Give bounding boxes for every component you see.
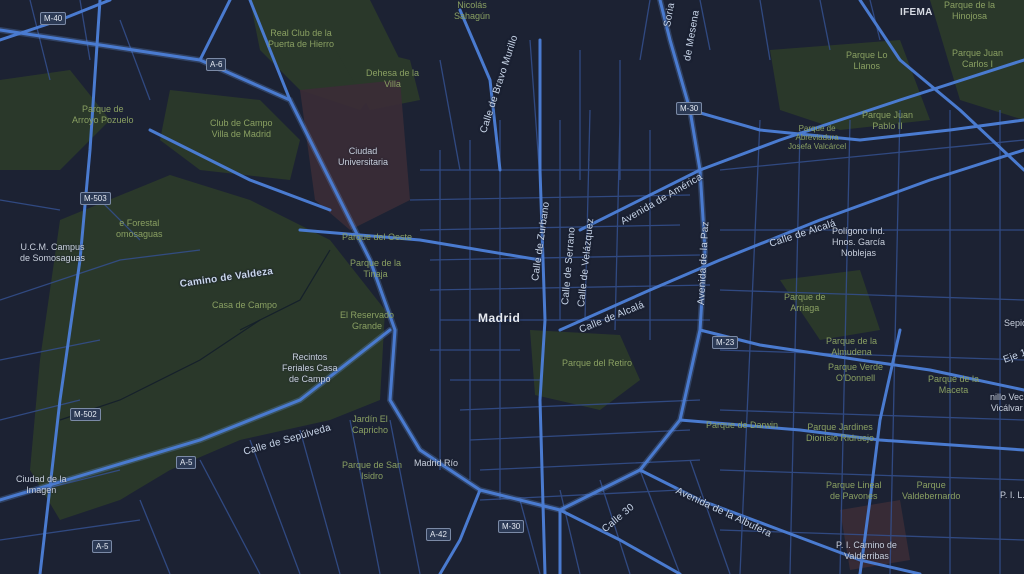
park-label-forestal: e Forestal omosaguas — [116, 218, 163, 239]
shield-m503: M-503 — [80, 192, 111, 205]
place-pil: P. I. L. — [1000, 490, 1024, 500]
shield-a5-low: A-5 — [92, 540, 113, 553]
shield-a5-mid: A-5 — [176, 456, 197, 469]
park-label-maceta: Parque de la Maceta — [928, 374, 980, 395]
park-label-llanos: Parque Lo Llanos — [846, 50, 888, 71]
park-label-almudena: Parque de la Almudena — [826, 336, 878, 357]
park-label-reservado: El Reservado Grande — [340, 310, 395, 331]
park-label-tinaja: Parque de la Tinaja — [350, 258, 402, 279]
place-ciudad-universitaria: Ciudad Universitaria — [338, 146, 389, 167]
shield-a6: A-6 — [206, 58, 227, 71]
park-label-retiro: Parque del Retiro — [562, 358, 633, 368]
park-label-san-isidro: Parque de San Isidro — [342, 460, 403, 481]
park-label-oeste: Parque del Oeste — [342, 232, 413, 242]
park-label-nicolas: Nicolás Sahagún — [454, 0, 491, 21]
place-madrid-rio: Madrid Río — [414, 458, 459, 468]
place-nillo: nillo Vec Vicálvar — [990, 392, 1024, 413]
park-label-hinojosa: Parque de la Hinojosa — [944, 0, 996, 21]
place-sepio: Sepio — [1004, 318, 1024, 328]
park-label-club-campo: Club de Campo Villa de Madrid — [210, 118, 273, 139]
park-label-valdebernardo: Parque Valdebernardo — [902, 480, 961, 501]
place-recintos: Recintos Feriales Casa de Campo — [282, 352, 338, 384]
place-ciudad-imagen: Ciudad de la Imagen — [16, 474, 67, 495]
map-canvas[interactable]: Madrid Calle de Bravo Murillo Calle de Z… — [0, 0, 1024, 574]
park-label-casa-campo: Casa de Campo — [212, 300, 278, 310]
place-poligono: Polígono Ind. Hnos. García Noblejas — [832, 226, 886, 258]
park-label-arriaga: Parque de Arriaga — [784, 292, 826, 313]
city-label-madrid: Madrid — [478, 311, 521, 325]
park-label-juan-pablo: Parque Juan Pablo II — [862, 110, 914, 131]
place-ifema: IFEMA — [900, 7, 933, 18]
shield-m502: M-502 — [70, 408, 101, 421]
park-label-dehesa: Dehesa de la Villa — [366, 68, 420, 89]
shield-m40: M-40 — [40, 12, 67, 25]
shield-m30-south: M-30 — [498, 520, 525, 533]
park-label-real-club: Real Club de la Puerta de Hierro — [268, 28, 335, 49]
shield-a42: A-42 — [426, 528, 451, 541]
shield-m30-north: M-30 — [676, 102, 703, 115]
park-label-pavones: Parque Lineal de Pavones — [826, 480, 882, 501]
park-label-arco: Parque de Abreviadura Josefa Valcárcel — [788, 124, 847, 151]
park-label-darwin: Parque de Darwin — [706, 420, 779, 430]
shield-m23: M-23 — [712, 336, 739, 349]
park-label-verde: Parque Verde O'Donnell — [828, 362, 884, 383]
park-label-arroyo: Parque de Arroyo Pozuelo — [72, 104, 134, 125]
park-label-juan-carlos: Parque Juan Carlos I — [952, 48, 1004, 69]
place-ucm-somosaguas: U.C.M. Campus de Somosaguas — [20, 242, 86, 263]
park-label-capricho: Jardín El Capricho — [352, 414, 389, 435]
place-camino-valderribas: P. I. Camino de Valderribas — [836, 540, 897, 561]
park-label-jardines: Parque Jardines Dionisio Ridruejo — [806, 422, 875, 443]
